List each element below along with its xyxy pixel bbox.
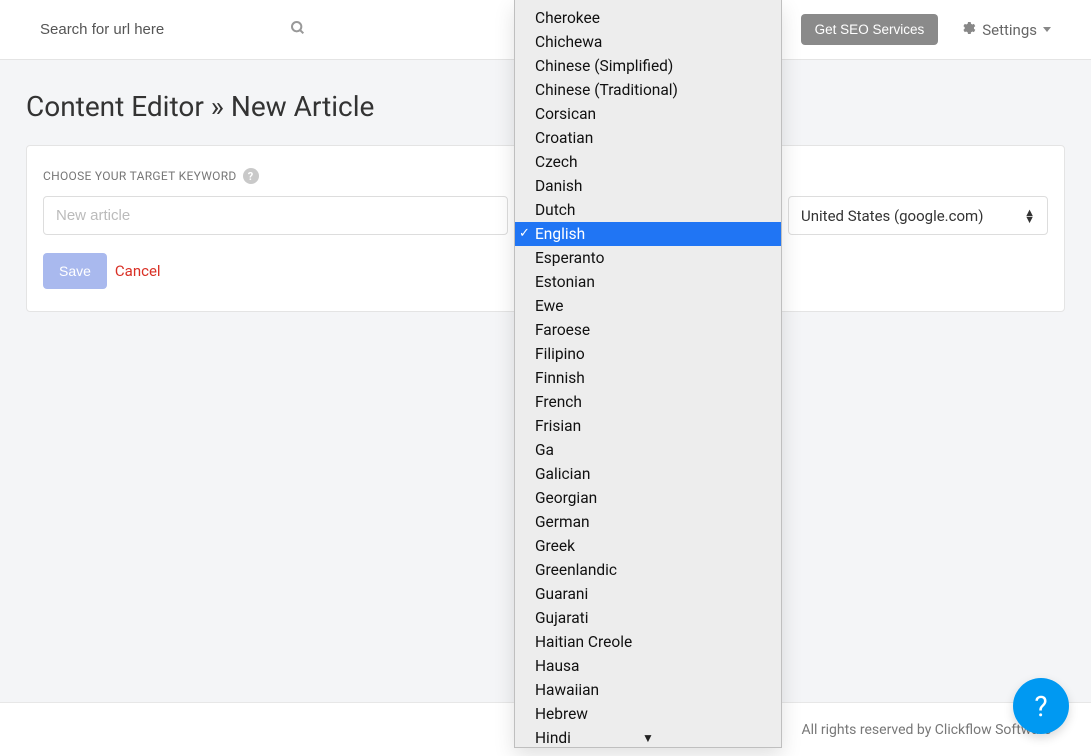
keyword-label: CHOOSE YOUR TARGET KEYWORD <box>43 169 237 183</box>
search-input[interactable] <box>40 21 220 38</box>
search-area <box>40 20 306 40</box>
language-option[interactable]: French <box>515 390 781 414</box>
settings-menu[interactable]: Settings <box>960 20 1051 40</box>
get-seo-button[interactable]: Get SEO Services <box>801 14 939 45</box>
topbar-right: Get SEO Services Settings <box>801 14 1051 45</box>
language-option[interactable]: Faroese <box>515 318 781 342</box>
language-option[interactable]: Filipino <box>515 342 781 366</box>
save-button[interactable]: Save <box>43 253 107 289</box>
language-option[interactable]: Hebrew <box>515 702 781 726</box>
cancel-link[interactable]: Cancel <box>115 262 161 280</box>
language-option[interactable]: Gujarati <box>515 606 781 630</box>
language-option[interactable]: Frisian <box>515 414 781 438</box>
language-option[interactable]: Danish <box>515 174 781 198</box>
language-option[interactable]: Haitian Creole <box>515 630 781 654</box>
language-option[interactable]: Greek <box>515 534 781 558</box>
language-option[interactable]: Ewe <box>515 294 781 318</box>
language-option[interactable]: Corsican <box>515 102 781 126</box>
language-option[interactable]: German <box>515 510 781 534</box>
question-icon: ? <box>1034 690 1047 723</box>
footer-text: All rights reserved by Clickflow Softwar… <box>801 722 1051 738</box>
language-option[interactable]: Croatian <box>515 126 781 150</box>
search-icon[interactable] <box>290 20 306 40</box>
language-option[interactable]: Ga <box>515 438 781 462</box>
language-option[interactable]: Czech <box>515 150 781 174</box>
language-option[interactable]: Cherokee <box>515 6 781 30</box>
language-option[interactable]: Finnish <box>515 366 781 390</box>
language-option[interactable]: Esperanto <box>515 246 781 270</box>
language-option[interactable]: Chinese (Traditional) <box>515 78 781 102</box>
language-option[interactable]: Hawaiian <box>515 678 781 702</box>
gear-icon <box>960 20 976 40</box>
caret-down-icon <box>1043 27 1051 32</box>
language-option[interactable]: Greenlandic <box>515 558 781 582</box>
select-arrows-icon: ▲▼ <box>1024 209 1035 223</box>
language-option[interactable]: Dutch <box>515 198 781 222</box>
language-option[interactable]: Chinese (Simplified) <box>515 54 781 78</box>
help-icon[interactable]: ? <box>243 168 259 184</box>
language-option[interactable]: Estonian <box>515 270 781 294</box>
settings-label: Settings <box>982 21 1037 39</box>
help-chat-button[interactable]: ? <box>1013 678 1069 734</box>
dropdown-scroll-down-icon[interactable]: ▼ <box>515 731 781 745</box>
language-option[interactable]: Guarani <box>515 582 781 606</box>
language-option[interactable]: Georgian <box>515 486 781 510</box>
language-dropdown-list: CherokeeChichewaChinese (Simplified)Chin… <box>515 0 781 748</box>
language-dropdown[interactable]: CherokeeChichewaChinese (Simplified)Chin… <box>514 0 782 748</box>
keyword-input[interactable] <box>43 196 508 235</box>
language-option[interactable]: English <box>515 222 781 246</box>
region-select-value: United States (google.com) <box>801 207 983 225</box>
language-option[interactable]: Galician <box>515 462 781 486</box>
language-option[interactable]: Hausa <box>515 654 781 678</box>
region-select[interactable]: United States (google.com) ▲▼ <box>788 196 1048 235</box>
language-option[interactable]: Chichewa <box>515 30 781 54</box>
